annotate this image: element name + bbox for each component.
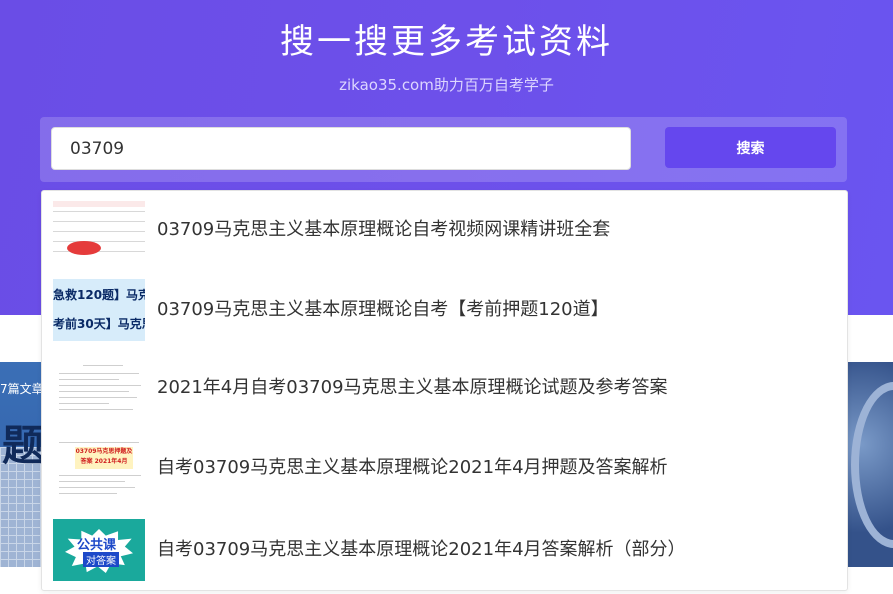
suggestion-label: 自考03709马克思主义基本原理概论2021年4月押题及答案解析 (157, 457, 668, 478)
thumb-text: 急救120题】马克思主义 (53, 288, 145, 302)
search-button[interactable]: 搜索 (665, 127, 836, 168)
thumb-text: 公共课 (77, 538, 117, 553)
suggestion-thumbnail: 03709马克思押题及答案 2021年4月 (53, 437, 145, 499)
suggestion-item[interactable]: 03709马克思主义基本原理概论自考视频网课精讲班全套 (42, 191, 847, 269)
suggestion-label: 自考03709马克思主义基本原理概论2021年4月答案解析（部分） (157, 539, 686, 560)
thumb-banner: 03709马克思押题及答案 2021年4月 (75, 447, 133, 469)
search-input[interactable] (51, 127, 631, 170)
suggestion-thumbnail: 公共课 对答案 (53, 519, 145, 581)
suggestion-label: 03709马克思主义基本原理概论自考【考前押题120道】 (157, 299, 609, 320)
suggestion-label: 2021年4月自考03709马克思主义基本原理概论试题及参考答案 (157, 377, 668, 398)
suggestion-thumbnail: 急救120题】马克思主义 考前30天】马克思主义 (53, 279, 145, 341)
red-callout-shape (67, 241, 101, 255)
suggestion-label: 03709马克思主义基本原理概论自考视频网课精讲班全套 (157, 219, 611, 240)
background-banner-left: 7篇文章 题 (0, 362, 46, 567)
suggestion-item[interactable]: 03709马克思押题及答案 2021年4月 自考03709马克思主义基本原理概论… (42, 429, 847, 507)
banner-tag: 7篇文章 (0, 382, 44, 396)
thumb-text: 对答案 (83, 552, 119, 567)
suggestion-item[interactable]: 2021年4月自考03709马克思主义基本原理概论试题及参考答案 (42, 349, 847, 427)
background-banner-right (847, 362, 893, 567)
banner-ring-image (851, 382, 893, 548)
suggestion-thumbnail (53, 199, 145, 261)
hero-subtitle: zikao35.com助力百万自考学子 (339, 76, 554, 94)
suggestion-dropdown: 03709马克思主义基本原理概论自考视频网课精讲班全套 急救120题】马克思主义… (41, 190, 848, 591)
hero-title: 搜一搜更多考试资料 (280, 22, 613, 62)
thumb-text: 考前30天】马克思主义 (53, 317, 145, 331)
banner-big-char: 题 (2, 421, 45, 470)
suggestion-item[interactable]: 公共课 对答案 自考03709马克思主义基本原理概论2021年4月答案解析（部分… (42, 511, 847, 589)
suggestion-thumbnail (53, 357, 145, 419)
suggestion-item[interactable]: 急救120题】马克思主义 考前30天】马克思主义 03709马克思主义基本原理概… (42, 271, 847, 349)
